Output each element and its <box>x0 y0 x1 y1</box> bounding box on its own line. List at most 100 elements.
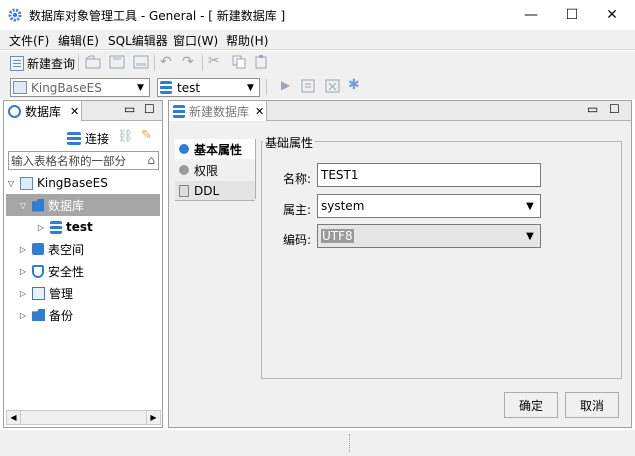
cancel-button[interactable]: 取消 <box>565 392 619 418</box>
explain-icon[interactable] <box>325 79 341 96</box>
tree-node-label: 备份 <box>49 308 74 323</box>
tree-collapse-icon[interactable]: ▷ <box>18 311 28 320</box>
tree-node-label: 数据库 <box>48 198 85 213</box>
connection-toolbar: KingBaseES ▼ test ▼ ▶ ✱ <box>0 75 635 99</box>
new-query-button[interactable]: 新建查询 <box>10 53 75 73</box>
paste-icon[interactable] <box>255 55 269 72</box>
connect-button[interactable]: 连接 <box>67 128 109 148</box>
new-query-label: 新建查询 <box>27 56 76 71</box>
chevron-down-icon: ▼ <box>137 82 144 93</box>
disconnect-link-icon[interactable]: ⛓ <box>117 129 134 144</box>
panel-maximize-button[interactable]: ☐ <box>144 102 155 116</box>
server-combo[interactable]: KingBaseES ▼ <box>10 78 150 97</box>
owner-label: 属主: <box>283 203 312 217</box>
database-icon <box>160 81 172 94</box>
encoding-select-value: UTF8 <box>321 229 354 243</box>
editor-minimize-button[interactable]: ▭ <box>587 102 598 116</box>
chevron-down-icon: ▼ <box>247 82 254 93</box>
tree-node-security[interactable]: ▷ 安全性 <box>6 260 84 282</box>
encoding-label: 编码: <box>283 233 312 247</box>
database-folder-icon <box>32 198 44 212</box>
tree-node-tablespace[interactable]: ▷ 表空间 <box>6 238 84 260</box>
tab-ddl[interactable]: DDL <box>175 181 255 201</box>
table-filter-input[interactable]: 输入表格名称的一部分 ⌂ <box>8 151 159 170</box>
menu-window[interactable]: 窗口(W) <box>173 32 218 49</box>
cut-icon[interactable]: ✂ <box>208 53 220 69</box>
ok-button[interactable]: 确定 <box>504 392 558 418</box>
tree-collapse-icon[interactable]: ▷ <box>18 289 28 298</box>
title-bar: 数据库对象管理工具 - General - [ 新建数据库 ] — ☐ ✕ <box>0 0 635 30</box>
save-all-icon[interactable] <box>133 55 149 72</box>
owner-select-value: system <box>321 199 365 213</box>
tree-node-backup[interactable]: ▷ 备份 <box>6 304 73 326</box>
menu-help[interactable]: 帮助(H) <box>226 32 268 49</box>
tab-close-icon[interactable]: ✕ <box>255 105 264 118</box>
name-field[interactable]: TEST1 <box>317 163 541 187</box>
tab-basic-properties-label: 基本属性 <box>194 142 243 157</box>
menu-edit[interactable]: 编辑(E) <box>58 32 99 49</box>
owner-select[interactable]: system ▼ <box>317 194 541 218</box>
database-navigator-panel: 数据库 ✕ ▭ ☐ 连接 ⛓ ✎ 输入表格名称的一部分 ⌂ ▽ KingBase… <box>3 100 163 428</box>
shield-icon <box>32 264 44 278</box>
tree-expand-icon[interactable]: ▽ <box>18 201 28 210</box>
tab-permissions-label: 权限 <box>194 163 219 178</box>
open-folder-icon[interactable] <box>85 55 101 72</box>
redo-icon[interactable]: ↷ <box>182 54 194 70</box>
copy-icon[interactable] <box>232 55 246 72</box>
vtab-divider <box>255 139 256 199</box>
tab-database-label: 数据库 <box>25 104 62 119</box>
group-title: 基础属性 <box>263 134 316 151</box>
horizontal-scrollbar[interactable]: ◀ ▶ <box>6 410 161 425</box>
scroll-right-icon[interactable]: ▶ <box>146 411 160 424</box>
execute-icon[interactable]: ▶ <box>281 78 290 92</box>
tab-basic-properties[interactable]: 基本属性 <box>175 139 255 159</box>
server-icon <box>20 176 33 190</box>
tree-collapse-icon[interactable]: ▷ <box>18 245 28 254</box>
manage-chart-icon <box>32 286 45 300</box>
tab-close-icon[interactable]: ✕ <box>70 105 79 118</box>
database-combo-value: test <box>177 80 201 95</box>
editor-tab-bar: 新建数据库 ✕ ▭ ☐ <box>169 101 631 121</box>
menu-sql-editor[interactable]: SQL编辑器 <box>108 32 168 49</box>
tablespace-icon <box>32 243 44 255</box>
tree-node-label: 表空间 <box>48 242 85 257</box>
debug-bug-icon[interactable]: ✱ <box>348 77 360 93</box>
panel-minimize-button[interactable]: ▭ <box>124 102 135 116</box>
tab-new-database-label: 新建数据库 <box>189 104 250 119</box>
new-database-editor: 新建数据库 ✕ ▭ ☐ 基本属性 权限 DDL 基础属性 名称: TEST1 属… <box>168 100 632 428</box>
scroll-left-icon[interactable]: ◀ <box>7 411 21 424</box>
main-toolbar: 新建查询 ↶ ↷ ✂ <box>0 51 635 75</box>
save-icon[interactable] <box>109 55 125 72</box>
tree-expand-icon[interactable]: ▽ <box>6 179 16 188</box>
tree-collapse-icon[interactable]: ▷ <box>36 223 46 232</box>
filter-lock-icon[interactable]: ⌂ <box>147 153 155 167</box>
connect-label: 连接 <box>85 131 110 146</box>
tree-node-databases[interactable]: ▽ 数据库 <box>6 194 160 216</box>
table-filter-placeholder: 输入表格名称的一部分 <box>11 153 126 168</box>
undo-icon[interactable]: ↶ <box>160 54 172 70</box>
tab-database[interactable]: 数据库 ✕ <box>4 101 82 121</box>
tree-node-label: test <box>66 220 93 234</box>
tree-node-manage[interactable]: ▷ 管理 <box>6 282 73 304</box>
status-bar <box>0 430 635 456</box>
tab-new-database[interactable]: 新建数据库 ✕ <box>169 101 267 121</box>
tree-node-test[interactable]: ▷ test <box>6 216 93 238</box>
encoding-select[interactable]: UTF8 ▼ <box>317 224 541 248</box>
refresh-key-icon[interactable]: ✎ <box>141 128 152 143</box>
menu-file[interactable]: 文件(F) <box>9 32 49 49</box>
tree-node-kingbasees[interactable]: ▽ KingBaseES <box>6 172 108 194</box>
execute-plan-icon[interactable] <box>301 79 317 96</box>
connect-icon <box>67 131 81 145</box>
tab-permissions[interactable]: 权限 <box>175 160 255 180</box>
database-icon <box>173 104 185 118</box>
database-combo[interactable]: test ▼ <box>157 78 260 97</box>
close-button[interactable]: ✕ <box>589 0 635 30</box>
tree-collapse-icon[interactable]: ▷ <box>18 267 28 276</box>
menu-bar: 文件(F) 编辑(E) SQL编辑器 窗口(W) 帮助(H) <box>0 30 635 50</box>
toolbar-separator <box>78 55 79 71</box>
editor-maximize-button[interactable]: ☐ <box>609 102 620 116</box>
new-query-icon <box>10 55 24 71</box>
bulb-icon <box>179 144 189 154</box>
minimize-button[interactable]: — <box>508 0 554 30</box>
server-icon <box>13 81 27 94</box>
